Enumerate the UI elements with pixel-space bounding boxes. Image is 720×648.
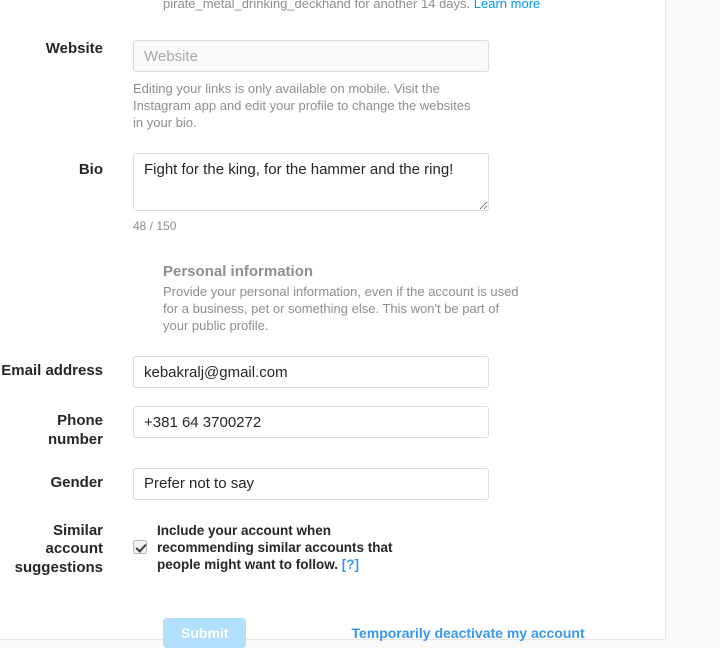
website-label: Website — [45, 40, 103, 57]
bio-textarea[interactable] — [133, 153, 489, 211]
field-row-email: Email address — [0, 356, 666, 388]
gender-input[interactable] — [133, 467, 489, 500]
similar-accounts-help-link[interactable]: [?] — [342, 557, 359, 572]
bio-label: Bio — [78, 161, 103, 178]
similar-accounts-checkbox[interactable] — [133, 540, 147, 554]
personal-information-section: Personal information Provide your person… — [163, 263, 523, 334]
field-row-phone: Phone number — [0, 406, 666, 450]
website-input[interactable] — [133, 40, 489, 72]
bio-field-wrap: 48 / 150 — [133, 153, 666, 233]
field-row-website: Website Editing your links is only avail… — [0, 40, 666, 131]
field-row-bio: Bio 48 / 150 — [0, 153, 666, 233]
deactivate-account-link[interactable]: Temporarily deactivate my account — [351, 625, 584, 641]
phone-input[interactable] — [133, 406, 489, 438]
phone-field-wrap — [133, 406, 666, 438]
field-row-gender: Gender — [0, 467, 666, 500]
gender-label: Gender — [50, 473, 103, 491]
similar-accounts-field-wrap: Include your account when recommending s… — [133, 522, 666, 573]
personal-information-description: Provide your personal information, even … — [163, 284, 519, 333]
personal-information-title: Personal information — [163, 263, 314, 280]
similar-accounts-checkbox-label: Include your account when recommending s… — [157, 522, 407, 573]
settings-page: pirate_metal_drinking_deckhand for anoth… — [0, 0, 720, 648]
form-actions: Submit Temporarily deactivate my account — [163, 617, 666, 648]
bio-character-counter: 48 / 150 — [133, 219, 177, 233]
submit-button[interactable]: Submit — [163, 617, 247, 648]
website-helper-text: Editing your links is only available on … — [133, 81, 471, 130]
gender-field-wrap — [133, 467, 666, 500]
email-field-wrap — [133, 356, 666, 388]
phone-label: Phone number — [47, 412, 103, 448]
email-label: Email address — [1, 362, 103, 379]
edit-profile-card: pirate_metal_drinking_deckhand for anoth… — [0, 0, 666, 648]
email-input[interactable] — [133, 356, 489, 388]
similar-accounts-checkbox-row[interactable]: Include your account when recommending s… — [133, 522, 646, 573]
similar-accounts-label: Similar account suggestions — [14, 521, 103, 577]
field-row-similar-accounts: Similar account suggestions Include your… — [0, 522, 666, 578]
edit-profile-form: Website Editing your links is only avail… — [0, 0, 666, 648]
website-field-wrap: Editing your links is only available on … — [133, 40, 666, 131]
